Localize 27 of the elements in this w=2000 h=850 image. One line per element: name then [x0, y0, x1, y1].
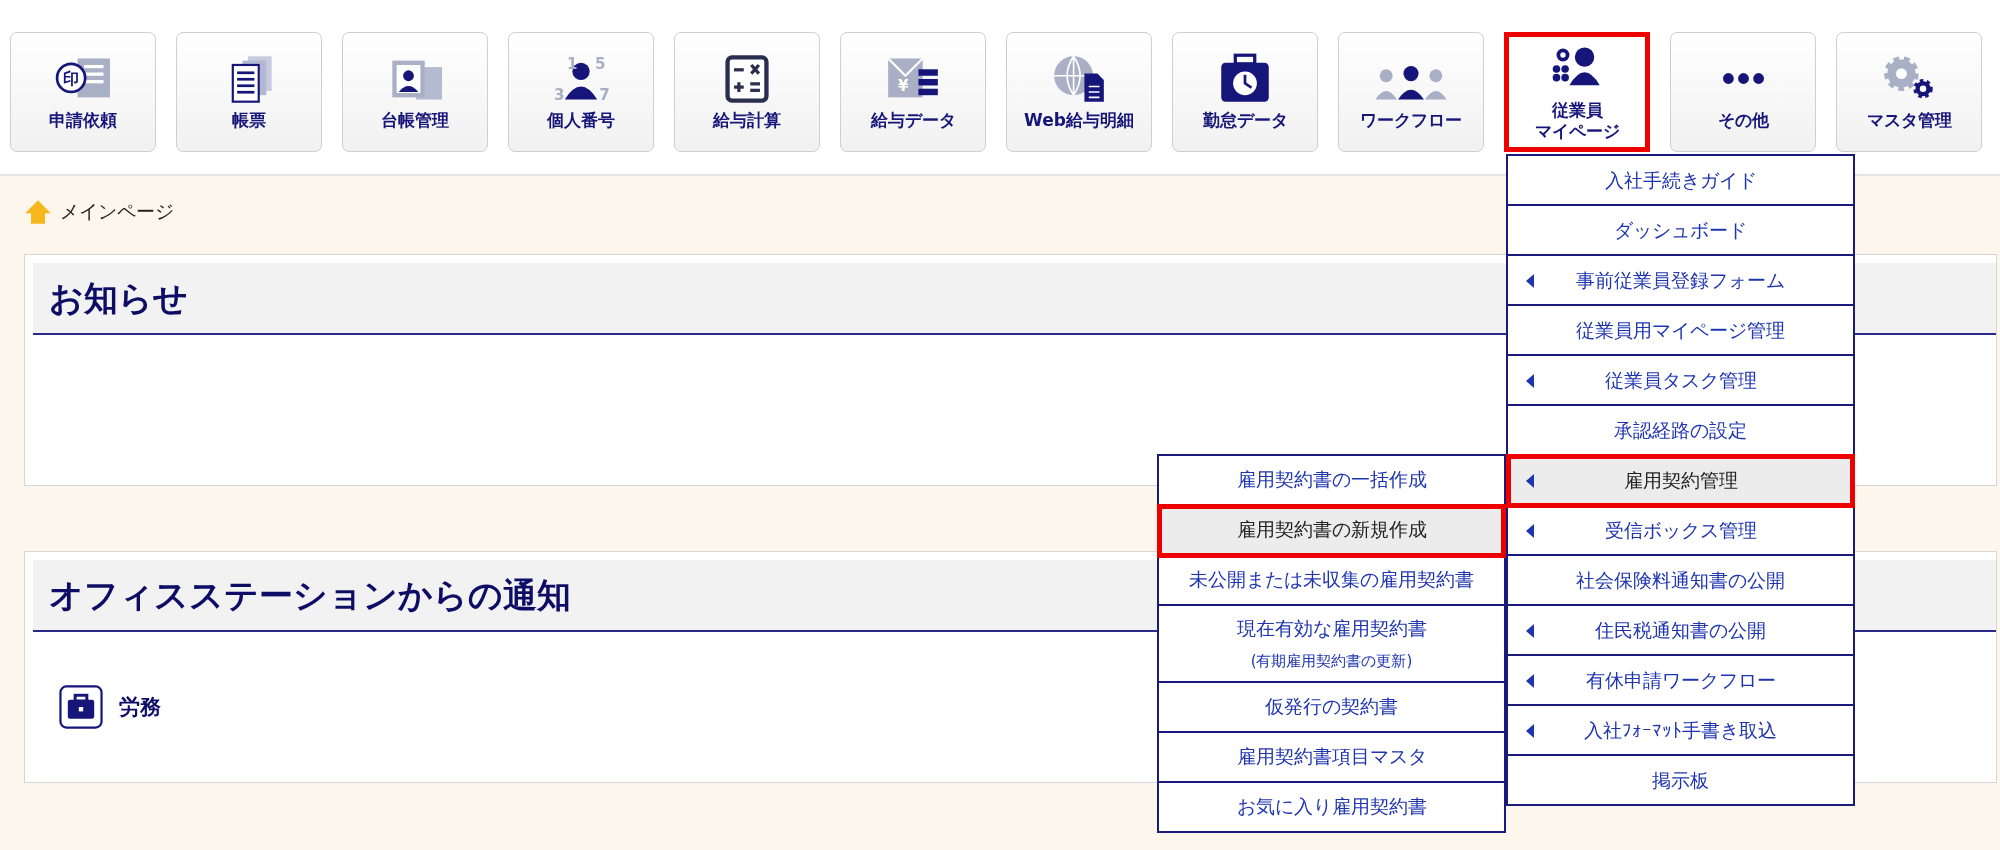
- submenu-item-label: 未公開または未収集の雇用契約書: [1189, 567, 1474, 592]
- submenu-item-note: (有期雇用契約書の更新): [1250, 652, 1413, 671]
- toolbar-button[interactable]: マスタ管理: [1836, 32, 1982, 152]
- notice-category-link[interactable]: 労務: [119, 693, 161, 721]
- toolbar-button[interactable]: 1 5 3 7 個人番号: [508, 32, 654, 152]
- breadcrumb-link[interactable]: メインページ: [60, 199, 174, 225]
- submenu-item-label: 雇用契約書の新規作成: [1236, 517, 1427, 542]
- toolbar-button[interactable]: 従業員 マイページ: [1504, 32, 1650, 152]
- dots-icon: [1722, 73, 1764, 85]
- submenu-item-label: 雇用契約書項目マスタ: [1236, 744, 1427, 769]
- menu-item[interactable]: 受信ボックス管理: [1508, 506, 1853, 556]
- toolbar-button[interactable]: 勤怠データ: [1172, 32, 1318, 152]
- toolbar-button[interactable]: ワークフロー: [1338, 32, 1484, 152]
- briefcase-icon: [59, 685, 103, 729]
- submenu-item-label: お気に入り雇用契約書: [1236, 794, 1427, 819]
- toolbar-button[interactable]: 給与計算: [674, 32, 820, 152]
- home-icon: [24, 198, 52, 226]
- submenu-item-label: 仮発行の契約書: [1265, 694, 1398, 719]
- toolbar-button[interactable]: Web給与明細: [1006, 32, 1152, 152]
- menu-item[interactable]: 雇用契約管理: [1508, 456, 1853, 506]
- toolbar-button[interactable]: 台帳管理: [342, 32, 488, 152]
- toolbar-button[interactable]: 印 申請依頼: [10, 32, 156, 152]
- submenu-item[interactable]: 雇用契約書の新規作成: [1159, 506, 1504, 556]
- toolbar-button[interactable]: ¥ 給与データ: [840, 32, 986, 152]
- submenu-item-label: 雇用契約書の一括作成: [1236, 467, 1427, 492]
- toolbar-button[interactable]: 帳票: [176, 32, 322, 152]
- toolbar-button[interactable]: その他: [1670, 32, 1816, 152]
